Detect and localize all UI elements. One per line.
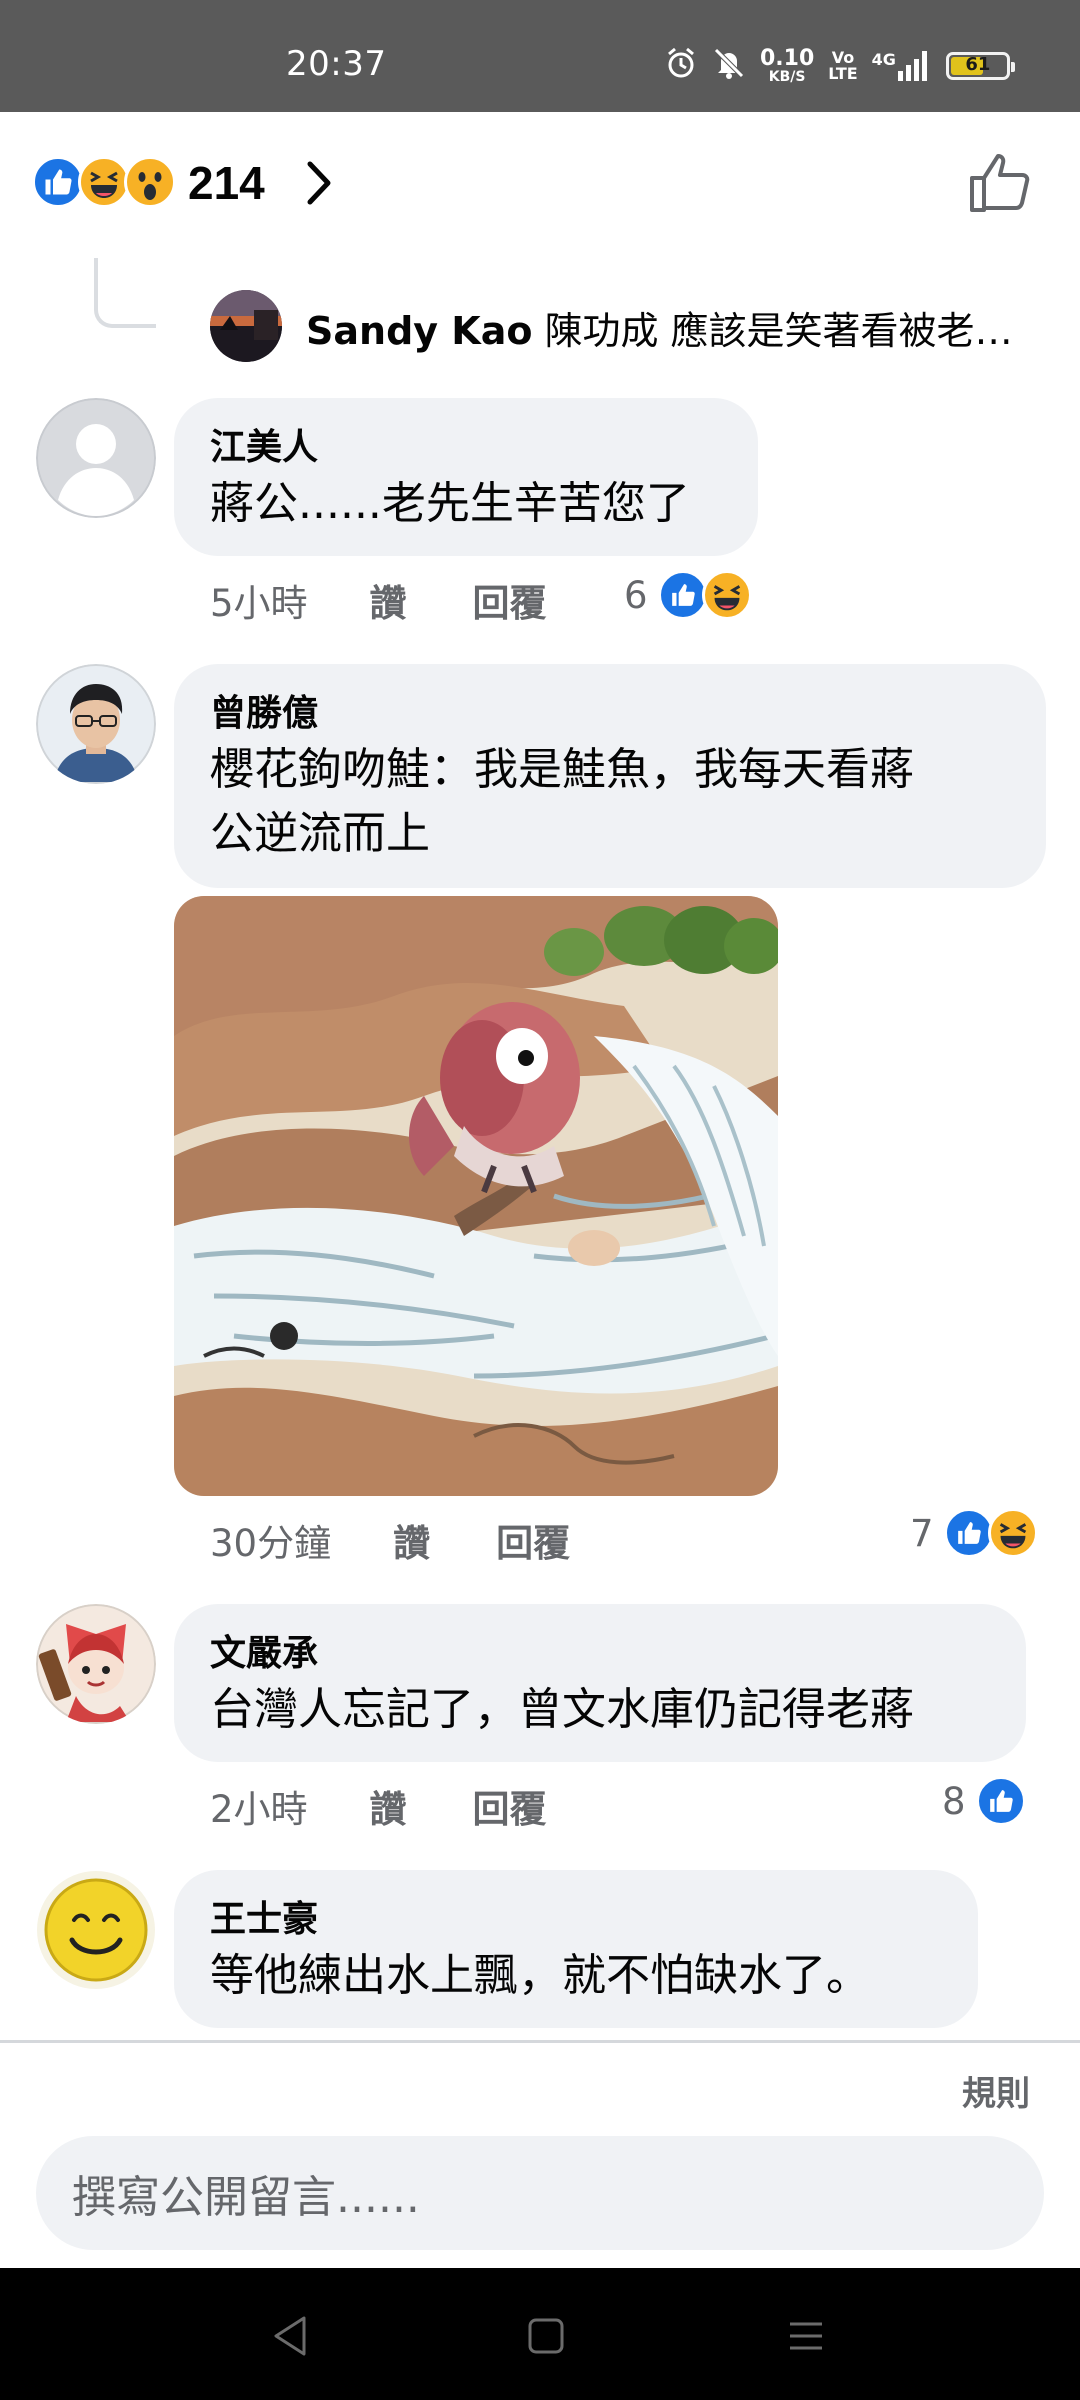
comment-author[interactable]: 江美人 xyxy=(210,424,722,472)
avatar[interactable] xyxy=(36,1604,156,1724)
reply-button[interactable]: 回覆 xyxy=(496,1513,570,1567)
comment-author[interactable]: 曾勝億 xyxy=(210,690,1010,738)
network-speed: 0.10 KB/S xyxy=(760,46,815,85)
comment-time[interactable]: 2小時 xyxy=(210,1779,308,1833)
reaction-icons[interactable] xyxy=(32,156,176,208)
system-nav-bar xyxy=(0,2268,1080,2400)
comment-bubble[interactable]: 王士豪 等他練出水上飄，就不怕缺水了。 xyxy=(174,1870,978,2028)
comment-text: 台灣人忘記了，曾文水庫仍記得老蔣 xyxy=(210,1684,914,1735)
rules-link[interactable]: 規則 xyxy=(962,2066,1030,2115)
comment-meta: 30分鐘 讚 回覆 xyxy=(210,1512,570,1568)
reply-text: 陳功成 應該是笑著看被老美... xyxy=(544,309,1026,353)
comment-input[interactable]: 撰寫公開留言...... xyxy=(36,2136,1044,2250)
alarm-icon xyxy=(664,46,698,86)
comment-time[interactable]: 30分鐘 xyxy=(210,1513,331,1567)
previous-reply[interactable]: Sandy Kao 陳功成 應該是笑著看被老美... xyxy=(306,300,1026,355)
reply-author[interactable]: Sandy Kao xyxy=(306,309,532,353)
comment-author[interactable]: 王士豪 xyxy=(210,1896,942,1944)
comment-text: 蔣公......老先生辛苦您了 xyxy=(210,478,690,529)
like-reaction-icon xyxy=(32,156,84,208)
thumbs-up-outline-icon[interactable] xyxy=(968,150,1032,218)
status-icons: 0.10 KB/S Vo LTE 4G 61 xyxy=(664,40,1015,92)
comment-time[interactable]: 5小時 xyxy=(210,573,308,627)
footer-divider xyxy=(0,2040,1080,2043)
reply-button[interactable]: 回覆 xyxy=(473,573,547,627)
avatar[interactable] xyxy=(36,664,156,784)
mute-icon xyxy=(712,46,746,86)
comment-meta: 5小時 讚 回覆 xyxy=(210,572,547,628)
like-reaction-icon xyxy=(975,1776,1026,1826)
reply-button[interactable]: 回覆 xyxy=(473,1779,547,1833)
comment-bubble[interactable]: 文嚴承 台灣人忘記了，曾文水庫仍記得老蔣 xyxy=(174,1604,1026,1762)
reaction-count[interactable]: 214 xyxy=(188,156,265,210)
reactions-header[interactable]: 214 xyxy=(0,112,1080,252)
avatar[interactable] xyxy=(36,398,156,518)
comment-reactions[interactable]: 8 xyxy=(942,1776,1026,1826)
reply-thread-line xyxy=(94,258,156,328)
haha-reaction-icon xyxy=(78,156,130,208)
status-time: 20:37 xyxy=(286,44,387,84)
signal-icon: 4G xyxy=(872,50,932,81)
comment-reactions[interactable]: 6 xyxy=(624,570,752,620)
like-reaction-icon xyxy=(657,570,708,620)
reaction-count[interactable]: 6 xyxy=(624,574,648,617)
like-reaction-icon xyxy=(943,1508,994,1558)
like-button[interactable]: 讚 xyxy=(370,1779,407,1833)
reaction-count[interactable]: 8 xyxy=(942,1780,966,1823)
avatar[interactable] xyxy=(36,1870,156,1990)
comment-bubble[interactable]: 江美人 蔣公......老先生辛苦您了 xyxy=(174,398,758,556)
comment-reactions[interactable]: 7 xyxy=(910,1508,1038,1558)
avatar[interactable] xyxy=(210,290,282,362)
chevron-right-icon[interactable] xyxy=(304,160,334,210)
comment-image[interactable] xyxy=(174,896,778,1496)
status-bar: 20:37 0.10 KB/S Vo LTE 4G 61 xyxy=(0,0,1080,112)
wow-reaction-icon xyxy=(124,156,176,208)
back-icon[interactable] xyxy=(262,2308,318,2364)
haha-reaction-icon xyxy=(987,1508,1038,1558)
comment-text-line-1: 櫻花鉤吻鮭：我是鮭魚，我每天看蔣 xyxy=(210,744,914,795)
comment-bubble[interactable]: 曾勝億 櫻花鉤吻鮭：我是鮭魚，我每天看蔣 公逆流而上 xyxy=(174,664,1046,888)
home-icon[interactable] xyxy=(518,2308,574,2364)
comment-meta: 2小時 讚 回覆 xyxy=(210,1778,547,1834)
reaction-count[interactable]: 7 xyxy=(910,1512,934,1555)
menu-icon[interactable] xyxy=(778,2308,834,2364)
like-button[interactable]: 讚 xyxy=(370,573,407,627)
comment-text: 等他練出水上飄，就不怕缺水了。 xyxy=(210,1950,870,2001)
battery-icon: 61 xyxy=(945,52,1015,80)
comment-author[interactable]: 文嚴承 xyxy=(210,1630,990,1678)
comment-text-line-2: 公逆流而上 xyxy=(210,808,430,859)
like-button[interactable]: 讚 xyxy=(393,1513,430,1567)
volte-indicator: Vo LTE xyxy=(828,48,858,83)
haha-reaction-icon xyxy=(701,570,752,620)
